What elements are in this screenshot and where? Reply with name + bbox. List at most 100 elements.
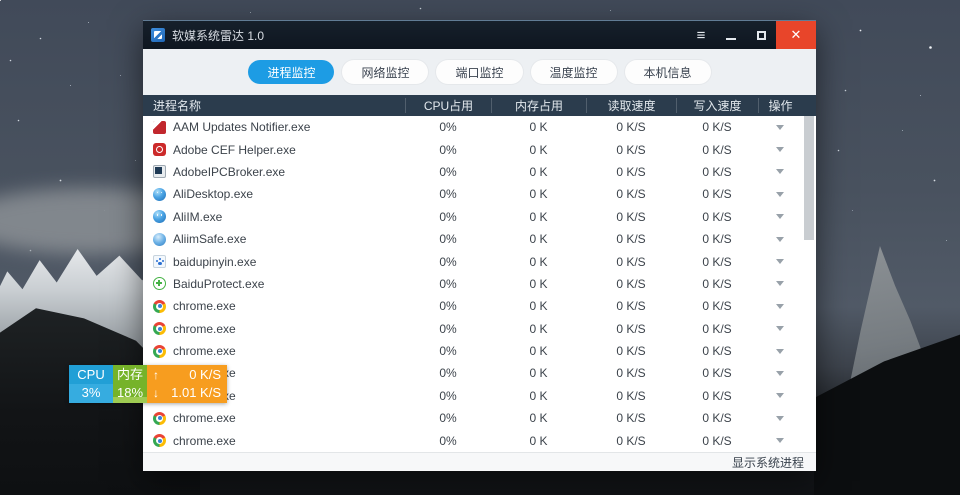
process-name: chrome.exe	[173, 344, 236, 358]
table-row: baidupinyin.exe 0% 0 K 0 K/S 0 K/S	[143, 250, 816, 272]
tab-local-info[interactable]: 本机信息	[625, 60, 711, 84]
expand-arrow-icon[interactable]	[776, 259, 784, 264]
expand-arrow-icon[interactable]	[776, 125, 784, 130]
process-icon	[153, 277, 166, 290]
widget-memory-value: 18%	[117, 384, 143, 402]
maximize-button[interactable]	[746, 21, 776, 50]
write-speed-value: 0 K/S	[676, 255, 758, 269]
expand-arrow-icon[interactable]	[776, 393, 784, 398]
memory-value: 0 K	[491, 434, 586, 448]
write-speed-value: 0 K/S	[676, 389, 758, 403]
expand-arrow-icon[interactable]	[776, 304, 784, 309]
actions-cell	[758, 259, 802, 264]
table-row: chrome.exe 0% 0 K 0 K/S 0 K/S	[143, 362, 816, 384]
expand-arrow-icon[interactable]	[776, 192, 784, 197]
process-name: baidupinyin.exe	[173, 255, 256, 269]
read-speed-value: 0 K/S	[586, 299, 676, 313]
menu-button[interactable]: ≡	[686, 21, 716, 50]
expand-arrow-icon[interactable]	[776, 281, 784, 286]
memory-value: 0 K	[491, 366, 586, 380]
memory-value: 0 K	[491, 277, 586, 291]
download-arrow-icon: ↓	[153, 384, 159, 402]
title-bar[interactable]: 软媒系统雷达 1.0 ≡ ✕	[143, 20, 816, 49]
process-list: AAM Updates Notifier.exe 0% 0 K 0 K/S 0 …	[143, 116, 816, 452]
expand-arrow-icon[interactable]	[776, 416, 784, 421]
close-button[interactable]: ✕	[776, 21, 816, 50]
tab-network-monitor[interactable]: 网络监控	[342, 60, 428, 84]
maximize-icon	[757, 31, 766, 40]
header-scroll-gutter	[802, 98, 816, 113]
actions-cell	[758, 281, 802, 286]
process-icon	[153, 121, 166, 134]
read-speed-value: 0 K/S	[586, 210, 676, 224]
widget-download-value: 1.01 K/S	[171, 384, 221, 402]
process-name: AliDesktop.exe	[173, 187, 253, 201]
actions-cell	[758, 125, 802, 130]
read-speed-value: 0 K/S	[586, 165, 676, 179]
process-name: chrome.exe	[173, 299, 236, 313]
tab-port-monitor[interactable]: 端口监控	[436, 60, 522, 84]
minimize-button[interactable]	[716, 21, 746, 50]
floating-monitor-widget[interactable]: CPU 3% 内存 18% ↑ 0 K/S ↓ 1.01 K/S	[69, 365, 227, 403]
process-name-cell: AdobeIPCBroker.exe	[143, 165, 405, 179]
app-logo-icon	[151, 28, 165, 42]
widget-memory-panel: 内存 18%	[113, 365, 147, 403]
cpu-value: 0%	[405, 366, 491, 380]
tab-bar: 进程监控 网络监控 端口监控 温度监控 本机信息	[143, 49, 816, 95]
write-speed-value: 0 K/S	[676, 366, 758, 380]
process-icon	[153, 188, 166, 201]
cpu-value: 0%	[405, 255, 491, 269]
memory-value: 0 K	[491, 411, 586, 425]
cpu-value: 0%	[405, 232, 491, 246]
scrollbar[interactable]	[804, 116, 814, 452]
expand-arrow-icon[interactable]	[776, 237, 784, 242]
read-speed-value: 0 K/S	[586, 187, 676, 201]
actions-cell	[758, 438, 802, 443]
actions-cell	[758, 192, 802, 197]
expand-arrow-icon[interactable]	[776, 371, 784, 376]
write-speed-value: 0 K/S	[676, 277, 758, 291]
col-header-memory: 内存占用	[491, 98, 586, 113]
table-row: chrome.exe 0% 0 K 0 K/S 0 K/S	[143, 407, 816, 429]
process-icon	[153, 143, 166, 156]
actions-cell	[758, 371, 802, 376]
expand-arrow-icon[interactable]	[776, 214, 784, 219]
actions-cell	[758, 147, 802, 152]
cpu-value: 0%	[405, 389, 491, 403]
memory-value: 0 K	[491, 210, 586, 224]
table-row: AliDesktop.exe 0% 0 K 0 K/S 0 K/S	[143, 183, 816, 205]
process-icon	[153, 300, 166, 313]
process-name-cell: chrome.exe	[143, 322, 405, 336]
process-name-cell: Adobe CEF Helper.exe	[143, 143, 405, 157]
process-name: AAM Updates Notifier.exe	[173, 120, 310, 134]
write-speed-value: 0 K/S	[676, 210, 758, 224]
tab-temperature-monitor[interactable]: 温度监控	[531, 60, 617, 84]
desktop-background: 软媒系统雷达 1.0 ≡ ✕ 进程监控 网络监控 端口监控 温度监控 本机信息 …	[0, 0, 960, 495]
table-row: chrome.exe 0% 0 K 0 K/S 0 K/S	[143, 295, 816, 317]
process-name-cell: AliIM.exe	[143, 210, 405, 224]
actions-cell	[758, 326, 802, 331]
actions-cell	[758, 169, 802, 174]
process-icon	[153, 255, 166, 268]
expand-arrow-icon[interactable]	[776, 349, 784, 354]
show-system-processes-link[interactable]: 显示系统进程	[732, 454, 804, 471]
memory-value: 0 K	[491, 322, 586, 336]
expand-arrow-icon[interactable]	[776, 169, 784, 174]
write-speed-value: 0 K/S	[676, 434, 758, 448]
close-icon: ✕	[791, 27, 802, 43]
process-name-cell: BaiduProtect.exe	[143, 277, 405, 291]
read-speed-value: 0 K/S	[586, 322, 676, 336]
scrollbar-thumb[interactable]	[804, 116, 814, 240]
stars-decoration	[0, 0, 1, 1]
process-name-cell: AliDesktop.exe	[143, 187, 405, 201]
process-icon	[153, 412, 166, 425]
read-speed-value: 0 K/S	[586, 277, 676, 291]
minimize-icon	[726, 38, 736, 40]
process-name: Adobe CEF Helper.exe	[173, 143, 296, 157]
expand-arrow-icon[interactable]	[776, 438, 784, 443]
expand-arrow-icon[interactable]	[776, 326, 784, 331]
col-header-cpu: CPU占用	[405, 98, 491, 113]
cpu-value: 0%	[405, 120, 491, 134]
tab-process-monitor[interactable]: 进程监控	[248, 60, 334, 84]
expand-arrow-icon[interactable]	[776, 147, 784, 152]
